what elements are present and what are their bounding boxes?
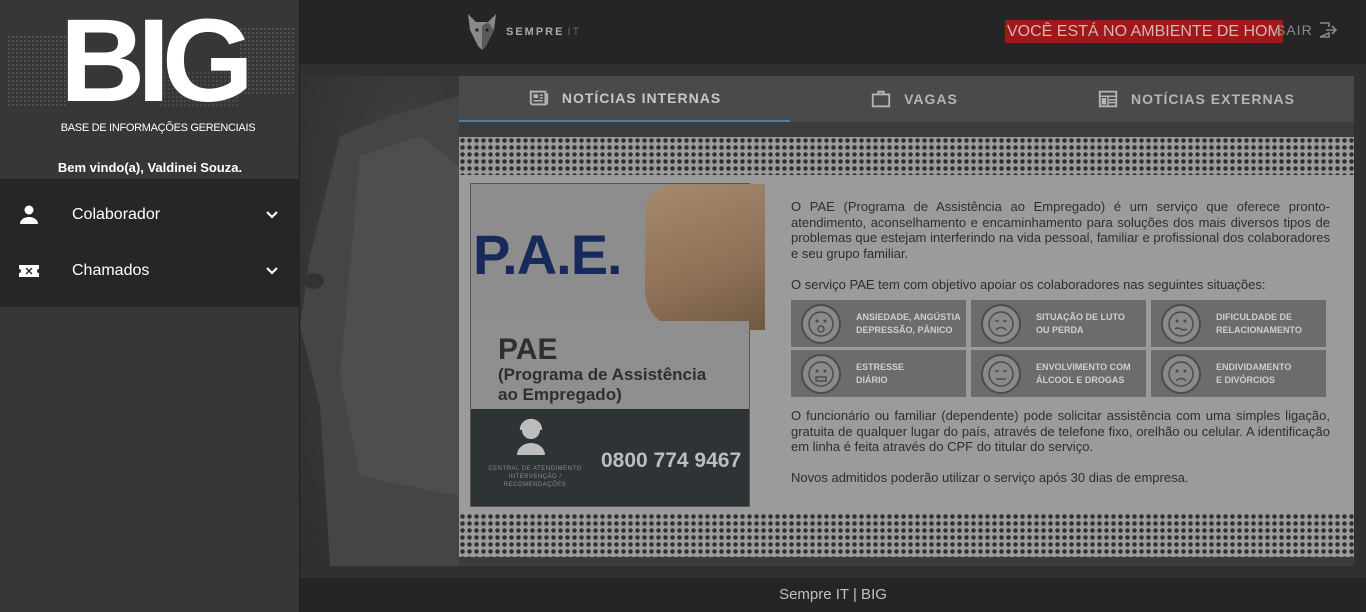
ticket-icon bbox=[19, 265, 39, 277]
briefcase-icon bbox=[871, 90, 891, 108]
sad-face-icon bbox=[1161, 353, 1201, 394]
sidebar-item-colaborador[interactable]: Colaborador bbox=[0, 187, 300, 243]
situation-item: ESTRESSE DIÁRIO bbox=[791, 350, 966, 397]
sidebar-menu: Colaborador Chamados bbox=[0, 179, 300, 307]
logo-subtitle: BASE DE INFORMAÇÕES GERENCIAIS bbox=[60, 122, 256, 134]
logout-label: SAIR bbox=[1276, 22, 1313, 38]
situation-item: ANSIEDADE, ANGÚSTIA DEPRESSÃO, PÂNICO bbox=[791, 300, 966, 347]
anxious-face-icon bbox=[801, 303, 841, 344]
hero-background-image bbox=[300, 76, 459, 566]
paragraph-objective: O serviço PAE tem com objetivo apoiar os… bbox=[791, 277, 1266, 292]
wolf-logo-icon bbox=[468, 14, 496, 50]
chevron-down-icon bbox=[266, 267, 278, 275]
logo-text: BIG bbox=[60, 0, 254, 127]
pae-poster: P.A.E. PAE (Programa de Assistência ao E… bbox=[470, 183, 765, 507]
tab-external-news[interactable]: NOTÍCIAS EXTERNAS bbox=[1038, 76, 1354, 122]
news-content: P.A.E. PAE (Programa de Assistência ao E… bbox=[459, 122, 1354, 566]
worried-face-icon bbox=[1161, 303, 1201, 344]
pae-name: PAE bbox=[498, 333, 558, 366]
logout-icon bbox=[1319, 22, 1337, 38]
environment-banner: VOCÊ ESTÁ NO AMBIENTE DE HOM bbox=[1005, 20, 1283, 43]
tab-label: NOTÍCIAS EXTERNAS bbox=[1130, 91, 1295, 107]
brand-name: SEMPRE bbox=[506, 26, 565, 38]
person-icon bbox=[20, 205, 38, 224]
situation-item: DIFICULDADE DE RELACIONAMENTO bbox=[1151, 300, 1326, 347]
crying-face-icon bbox=[981, 303, 1021, 344]
tab-label: VAGAS bbox=[904, 91, 958, 107]
situation-item: ENVOLVIMENTO COM ÁLCOOL E DROGAS bbox=[971, 350, 1146, 397]
tab-label: NOTÍCIAS INTERNAS bbox=[561, 90, 722, 106]
tab-jobs[interactable]: VAGAS bbox=[790, 76, 1038, 122]
paragraph-new-hires: Novos admitidos poderão utilizar o servi… bbox=[791, 470, 1189, 485]
news-layout-icon bbox=[1098, 90, 1118, 108]
central-label: CENTRAL DE ATENDIMENTO INTERVENÇÃO / REC… bbox=[488, 466, 582, 488]
situation-item: ENDIVIDAMENTO E DIVÓRCIOS bbox=[1151, 350, 1326, 397]
stressed-face-icon bbox=[801, 353, 841, 394]
pae-title: P.A.E. bbox=[473, 223, 623, 286]
sidebar-item-label: Chamados bbox=[72, 262, 150, 279]
sidebar-item-chamados[interactable]: Chamados bbox=[0, 243, 300, 299]
paragraph-intro: O PAE (Programa de Assistência ao Empreg… bbox=[791, 199, 1330, 261]
brand-logo: SEMPRE IT bbox=[466, 12, 581, 52]
pae-contact-panel: CENTRAL DE ATENDIMENTO INTERVENÇÃO / REC… bbox=[471, 409, 749, 506]
situation-item: SITUAÇÃO DE LUTO OU PERDA bbox=[971, 300, 1146, 347]
handshake-image bbox=[645, 184, 765, 330]
sidebar: BIG BASE DE INFORMAÇÕES GERENCIAIS Bem v… bbox=[0, 0, 300, 612]
dotted-border-bottom bbox=[459, 513, 1354, 557]
logout-button[interactable]: SAIR bbox=[1276, 22, 1337, 38]
wolf-background-icon bbox=[300, 96, 459, 566]
chevron-down-icon bbox=[266, 211, 278, 219]
pae-phone: 0800 774 9467 bbox=[601, 449, 742, 472]
welcome-message: Bem vindo(a), Valdinei Souza. bbox=[57, 160, 243, 175]
call-center-icon bbox=[517, 418, 545, 455]
dotted-border-top bbox=[459, 137, 1354, 175]
pae-full-name: (Programa de Assistência ao Empregado) bbox=[498, 365, 707, 404]
news-tabs: NOTÍCIAS INTERNAS VAGAS NOTÍCIAS EXTERNA… bbox=[459, 76, 1354, 122]
tab-internal-news[interactable]: NOTÍCIAS INTERNAS bbox=[459, 76, 790, 122]
sidebar-item-label: Colaborador bbox=[72, 206, 161, 223]
news-card: P.A.E. PAE (Programa de Assistência ao E… bbox=[459, 137, 1354, 557]
brand-suffix: IT bbox=[567, 26, 582, 38]
paragraph-how-to: O funcionário ou familiar (dependente) p… bbox=[791, 408, 1330, 454]
big-logo: BIG bbox=[8, 2, 296, 120]
newspaper-icon bbox=[529, 90, 548, 106]
footer-text: Sempre IT | BIG bbox=[779, 586, 887, 603]
footer: Sempre IT | BIG bbox=[300, 578, 1366, 612]
sick-face-icon bbox=[981, 353, 1021, 394]
